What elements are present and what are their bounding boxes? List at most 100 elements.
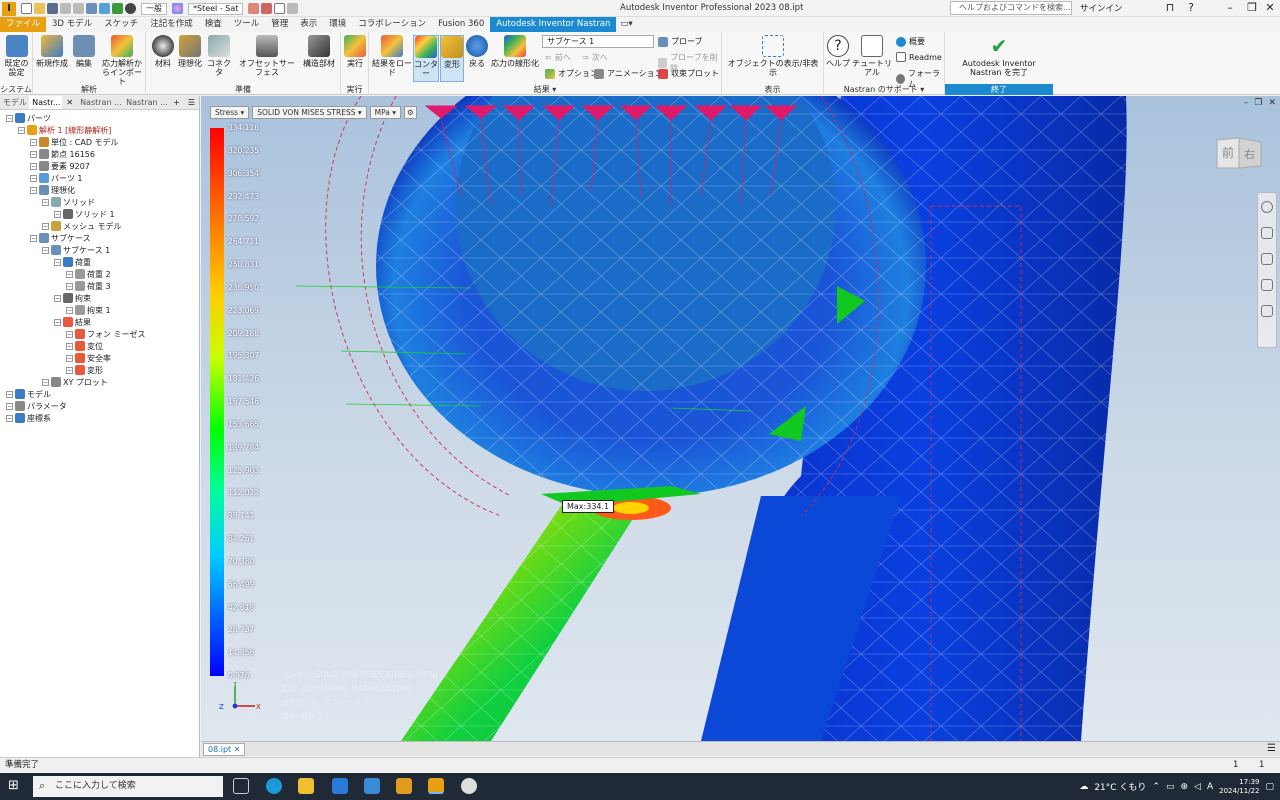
clock[interactable]: 17:39 2024/11/22 bbox=[1219, 778, 1259, 796]
select-icon[interactable] bbox=[112, 3, 123, 14]
tree-expander-icon[interactable]: − bbox=[30, 186, 37, 194]
tree-expander-icon[interactable]: − bbox=[30, 150, 37, 158]
new-analysis-button[interactable]: 新規作成 bbox=[35, 35, 69, 68]
help-button[interactable]: ? ヘルプ bbox=[826, 35, 850, 68]
import-stress-button[interactable]: 応力解析からインポート bbox=[99, 35, 145, 86]
tree-item[interactable]: − XY プロット bbox=[42, 376, 108, 388]
files-icon[interactable] bbox=[396, 778, 412, 794]
tree-item[interactable]: − ソリッド bbox=[42, 196, 95, 208]
tree-item[interactable]: − 解析 1 [線形静解析] bbox=[18, 124, 111, 136]
result-component-select[interactable]: SOLID VON MISES STRESS ▾ bbox=[252, 106, 367, 119]
tree-expander-icon[interactable]: − bbox=[54, 318, 61, 326]
weather-icon[interactable]: ☁ bbox=[1079, 782, 1088, 792]
structural-member-button[interactable]: 構造部材 bbox=[300, 35, 338, 68]
task-view-icon[interactable] bbox=[233, 778, 249, 794]
document-tabs-menu-icon[interactable]: ☰ bbox=[1267, 743, 1276, 754]
redo-icon[interactable] bbox=[73, 3, 84, 14]
tree-expander-icon[interactable]: − bbox=[66, 270, 73, 278]
tab-view[interactable]: 表示 bbox=[294, 17, 323, 32]
tree-item[interactable]: − ソリッド 1 bbox=[54, 208, 115, 220]
browser-tab-nastran-2[interactable]: Nastran ... bbox=[77, 96, 123, 109]
tree-expander-icon[interactable]: − bbox=[6, 414, 13, 422]
viewcube-front-label[interactable]: 前 bbox=[1222, 144, 1234, 161]
fx-icon[interactable] bbox=[274, 3, 286, 14]
tab-manage[interactable]: 管理 bbox=[265, 17, 294, 32]
tree-item[interactable]: − 座標系 bbox=[6, 412, 51, 424]
document-tab-08ipt[interactable]: 08.ipt ✕ bbox=[203, 743, 246, 756]
stress-linearize-button[interactable]: 応力の線形化 bbox=[490, 35, 540, 68]
tree-item[interactable]: − 要素 9207 bbox=[30, 160, 90, 172]
viewport-restore-icon[interactable]: ❐ bbox=[1254, 98, 1262, 108]
result-type-select[interactable]: Stress ▾ bbox=[210, 106, 250, 119]
tree-expander-icon[interactable]: − bbox=[6, 114, 13, 122]
browser-tab-model[interactable]: モデル bbox=[0, 96, 29, 109]
tree-item[interactable]: − 単位 : CAD モデル bbox=[30, 136, 119, 148]
tab-inspect[interactable]: 検査 bbox=[199, 17, 228, 32]
prev-button[interactable]: ⇐ 前へ bbox=[545, 52, 571, 63]
mail-icon[interactable] bbox=[364, 778, 380, 794]
clear-appearance-icon[interactable] bbox=[248, 3, 260, 14]
probe-button[interactable]: プローブ bbox=[658, 36, 703, 47]
edit-analysis-button[interactable]: 編集 bbox=[71, 35, 97, 68]
run-button[interactable]: 実行 bbox=[343, 35, 367, 68]
viewcube[interactable]: 前 右 bbox=[1215, 134, 1263, 172]
tutorial-button[interactable]: チュートリアル bbox=[851, 35, 893, 77]
network-icon[interactable]: ▭ bbox=[1166, 782, 1175, 792]
help-icon[interactable]: ? bbox=[1183, 1, 1199, 14]
tree-item[interactable]: − サブケース 1 bbox=[42, 244, 110, 256]
tab-fusion-360[interactable]: Fusion 360 bbox=[432, 17, 490, 32]
tree-expander-icon[interactable]: − bbox=[54, 258, 61, 266]
tab-file[interactable]: ファイル bbox=[0, 17, 47, 32]
file-explorer-icon[interactable] bbox=[298, 778, 314, 794]
new-file-icon[interactable] bbox=[21, 3, 32, 14]
browser-tab-close-icon[interactable]: ✕ bbox=[62, 96, 77, 109]
tab-3d-model[interactable]: 3D モデル bbox=[46, 17, 98, 32]
weather-text[interactable]: 21°C くもり bbox=[1094, 780, 1146, 793]
back-button[interactable]: 戻る bbox=[466, 35, 488, 68]
tree-item[interactable]: − 安全率 bbox=[66, 352, 111, 364]
viewcube-right-label[interactable]: 右 bbox=[1244, 146, 1255, 162]
tree-expander-icon[interactable]: − bbox=[66, 366, 73, 374]
subcase-select[interactable]: サブケース 1 bbox=[542, 35, 654, 48]
volume-icon[interactable]: ◁ bbox=[1194, 782, 1201, 792]
tree-item[interactable]: − 荷重 bbox=[54, 256, 91, 268]
unit-select[interactable]: MPa ▾ bbox=[369, 106, 402, 119]
tree-item[interactable]: − 荷重 2 bbox=[66, 268, 111, 280]
graphics-viewport[interactable]: Stress ▾ SOLID VON MISES STRESS ▾ MPa ▾ … bbox=[201, 96, 1280, 741]
tree-item[interactable]: − フォン ミーゼス bbox=[66, 328, 146, 340]
tree-item[interactable]: − 荷重 3 bbox=[66, 280, 111, 292]
contour-button[interactable]: コンター bbox=[413, 35, 439, 82]
results-group-label[interactable]: 結果 ▾ bbox=[369, 84, 721, 95]
zoom-icon[interactable] bbox=[1261, 253, 1273, 265]
convergence-plot-button[interactable]: 収束プロット bbox=[658, 68, 719, 79]
tree-item[interactable]: − 拘束 1 bbox=[66, 304, 111, 316]
tree-expander-icon[interactable]: − bbox=[42, 378, 49, 386]
idealize-button[interactable]: 理想化 bbox=[176, 35, 204, 68]
tab-nastran[interactable]: Autodesk Inventor Nastran bbox=[490, 17, 617, 32]
add-icon[interactable] bbox=[287, 3, 299, 14]
inventor-logo[interactable]: I bbox=[2, 1, 16, 16]
options-button[interactable]: オプション bbox=[545, 68, 598, 79]
tree-item[interactable]: − パーツ 1 bbox=[30, 172, 82, 184]
help-search-input[interactable]: ヘルプおよびコマンドを検索... bbox=[950, 1, 1072, 15]
next-button[interactable]: ⇒ 次へ bbox=[582, 52, 608, 63]
offset-surface-button[interactable]: オフセットサーフェス bbox=[236, 35, 298, 77]
tree-item[interactable]: − パーツ bbox=[6, 112, 51, 124]
tree-expander-icon[interactable]: − bbox=[66, 330, 73, 338]
orbit-icon[interactable] bbox=[1261, 279, 1273, 291]
tree-item[interactable]: − サブケース bbox=[30, 232, 91, 244]
browser-tab-nastran-1[interactable]: Nastr... bbox=[29, 96, 63, 109]
tree-expander-icon[interactable]: − bbox=[30, 234, 37, 242]
inventor-taskbar-icon[interactable] bbox=[428, 778, 444, 794]
look-at-icon[interactable] bbox=[1261, 305, 1273, 317]
language-icon[interactable]: ⊕ bbox=[1180, 782, 1188, 792]
material-combo[interactable]: *Steel - Sat bbox=[188, 2, 244, 15]
document-tab-close-icon[interactable]: ✕ bbox=[234, 745, 241, 754]
ime-indicator[interactable]: A bbox=[1207, 782, 1213, 792]
defaults-button[interactable]: 既定の設定 bbox=[3, 35, 30, 77]
browser-menu-icon[interactable]: ☰ bbox=[184, 96, 199, 109]
tab-overflow-icon[interactable]: ▭▾ bbox=[616, 17, 636, 32]
tree-expander-icon[interactable]: − bbox=[30, 162, 37, 170]
start-icon[interactable]: ⊞ bbox=[8, 778, 19, 793]
steering-wheel-icon[interactable] bbox=[1261, 201, 1273, 213]
